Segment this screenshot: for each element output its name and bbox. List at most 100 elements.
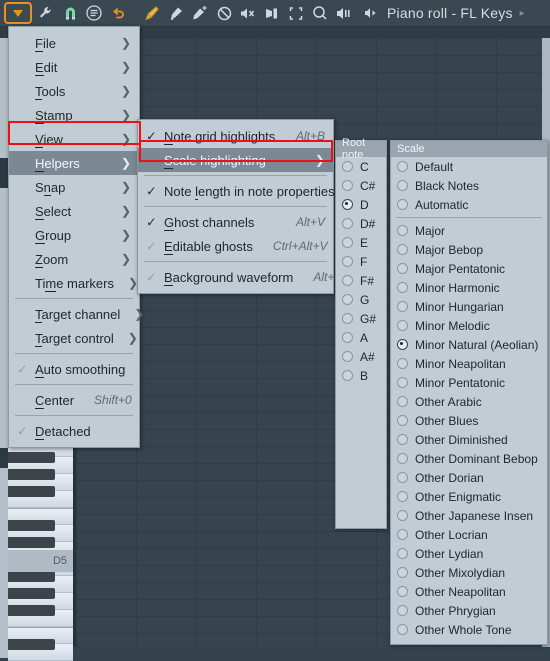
helpers-item-ghost-channels[interactable]: ✓ Ghost channels Alt+V xyxy=(138,210,333,234)
piano-roll-toolbar[interactable]: Piano roll - FL Keys ▸ xyxy=(0,0,550,27)
radio-icon[interactable] xyxy=(397,472,408,483)
helpers-item-scale-highlighting[interactable]: Scale highlighting ❯ xyxy=(138,148,333,172)
radio-icon[interactable] xyxy=(397,263,408,274)
radio-icon[interactable] xyxy=(397,301,408,312)
radio-icon[interactable] xyxy=(397,415,408,426)
scale-minor-pentatonic[interactable]: Minor Pentatonic xyxy=(391,373,547,392)
root-note-f[interactable]: F# xyxy=(336,271,386,290)
radio-icon[interactable] xyxy=(342,370,353,381)
radio-icon[interactable] xyxy=(397,180,408,191)
menu-item-auto-smoothing[interactable]: ✓ Auto smoothing xyxy=(9,357,139,381)
radio-icon[interactable] xyxy=(397,225,408,236)
root-note-f[interactable]: F xyxy=(336,252,386,271)
scale-automatic[interactable]: Automatic xyxy=(391,195,547,214)
dropdown-arrow-icon[interactable] xyxy=(4,2,32,24)
scale-other-dominant-bebop[interactable]: Other Dominant Bebop xyxy=(391,449,547,468)
scale-panel[interactable]: Scale Default Black Notes Automatic Major Ma… xyxy=(390,140,548,645)
radio-icon[interactable] xyxy=(397,396,408,407)
scale-other-blues[interactable]: Other Blues xyxy=(391,411,547,430)
menu-item-tools[interactable]: Tools ❯ xyxy=(9,79,139,103)
radio-icon[interactable] xyxy=(342,294,353,305)
menu-item-zoom[interactable]: Zoom ❯ xyxy=(9,247,139,271)
scale-minor-hungarian[interactable]: Minor Hungarian xyxy=(391,297,547,316)
scale-minor-melodic[interactable]: Minor Melodic xyxy=(391,316,547,335)
scale-minor-neapolitan[interactable]: Minor Neapolitan xyxy=(391,354,547,373)
menu-item-file[interactable]: File ❯ xyxy=(9,31,139,55)
root-note-b[interactable]: B xyxy=(336,366,386,385)
wrench-icon[interactable] xyxy=(35,2,57,24)
radio-icon[interactable] xyxy=(342,218,353,229)
piano-black-key[interactable] xyxy=(8,536,55,548)
scale-other-diminished[interactable]: Other Diminished xyxy=(391,430,547,449)
scale-major-bebop[interactable]: Major Bebop xyxy=(391,240,547,259)
scale-minor-harmonic[interactable]: Minor Harmonic xyxy=(391,278,547,297)
helpers-item-editable-ghosts[interactable]: ✓ Editable ghosts Ctrl+Alt+V xyxy=(138,234,333,258)
menu-item-target-control[interactable]: Target control ❯ xyxy=(9,326,139,350)
radio-icon[interactable] xyxy=(342,256,353,267)
helpers-submenu[interactable]: ✓ Note grid highlights Alt+B Scale highligh… xyxy=(137,119,343,294)
radio-icon[interactable] xyxy=(397,510,408,521)
radio-icon[interactable] xyxy=(397,453,408,464)
paint-icon[interactable] xyxy=(165,2,187,24)
menu-item-detached[interactable]: ✓ Detached xyxy=(9,419,139,443)
piano-black-key[interactable] xyxy=(8,519,55,531)
radio-icon[interactable] xyxy=(397,605,408,616)
slip-icon[interactable] xyxy=(261,2,283,24)
zoom-icon[interactable] xyxy=(309,2,331,24)
scroll-segment[interactable] xyxy=(0,38,8,158)
piano-black-key[interactable] xyxy=(8,570,55,582)
radio-icon[interactable] xyxy=(397,320,408,331)
radio-icon[interactable] xyxy=(342,332,353,343)
scale-black-notes[interactable]: Black Notes xyxy=(391,176,547,195)
undo-icon[interactable] xyxy=(107,2,129,24)
radio-icon[interactable] xyxy=(397,586,408,597)
scale-other-mixolydian[interactable]: Other Mixolydian xyxy=(391,563,547,582)
root-note-list[interactable]: C C# D D# E F F# G G# A A# B xyxy=(336,157,386,385)
title-chevron-icon[interactable]: ▸ xyxy=(520,8,525,19)
pencil-icon[interactable] xyxy=(141,2,163,24)
piano-black-key[interactable] xyxy=(8,587,55,599)
scale-other-dorian[interactable]: Other Dorian xyxy=(391,468,547,487)
radio-icon[interactable] xyxy=(342,180,353,191)
radio-icon[interactable] xyxy=(342,351,353,362)
paint-add-icon[interactable] xyxy=(189,2,211,24)
menu-item-stamp[interactable]: Stamp ❯ xyxy=(9,103,139,127)
scale-list[interactable]: Default Black Notes Automatic Major Major Be… xyxy=(391,157,547,639)
radio-icon[interactable] xyxy=(342,161,353,172)
radio-icon[interactable] xyxy=(397,377,408,388)
helpers-item-note-grid-highlights[interactable]: ✓ Note grid highlights Alt+B xyxy=(138,124,333,148)
scale-other-locrian[interactable]: Other Locrian xyxy=(391,525,547,544)
radio-icon[interactable] xyxy=(397,624,408,635)
main-context-menu[interactable]: File ❯ Edit ❯ Tools ❯ Stamp ❯ View ❯ Helpers ❯ Snap ❯… xyxy=(8,26,144,448)
magnet-icon[interactable] xyxy=(59,2,81,24)
radio-icon[interactable] xyxy=(397,199,408,210)
menu-item-view[interactable]: View ❯ xyxy=(9,127,139,151)
menu-item-center[interactable]: Center Shift+0 xyxy=(9,388,139,412)
root-note-panel[interactable]: Root note C C# D D# E F F# G G# A A# B xyxy=(335,137,387,529)
playback-icon[interactable] xyxy=(333,2,355,24)
root-note-c[interactable]: C# xyxy=(336,176,386,195)
root-note-d[interactable]: D# xyxy=(336,214,386,233)
radio-icon[interactable] xyxy=(397,567,408,578)
radio-icon[interactable] xyxy=(342,199,353,210)
menu-item-time-markers[interactable]: Time markers ❯ xyxy=(9,271,139,295)
radio-icon[interactable] xyxy=(397,358,408,369)
delete-slash-icon[interactable] xyxy=(213,2,235,24)
piano-black-key[interactable] xyxy=(8,485,55,497)
scale-other-enigmatic[interactable]: Other Enigmatic xyxy=(391,487,547,506)
scale-other-whole-tone[interactable]: Other Whole Tone xyxy=(391,620,547,639)
scale-other-arabic[interactable]: Other Arabic xyxy=(391,392,547,411)
radio-icon[interactable] xyxy=(397,548,408,559)
root-note-a[interactable]: A xyxy=(336,328,386,347)
piano-roll-title-area[interactable]: Piano roll - FL Keys ▸ xyxy=(362,2,525,24)
left-scroll-strip[interactable] xyxy=(0,38,8,658)
menu-item-helpers[interactable]: Helpers ❯ xyxy=(9,151,139,175)
piano-black-key[interactable] xyxy=(8,604,55,616)
radio-icon[interactable] xyxy=(342,237,353,248)
radio-icon[interactable] xyxy=(397,339,408,350)
menu-item-target-channel[interactable]: Target channel ❯ xyxy=(9,302,144,326)
radio-icon[interactable] xyxy=(397,434,408,445)
radio-icon[interactable] xyxy=(397,491,408,502)
menu-item-group[interactable]: Group ❯ xyxy=(9,223,139,247)
scale-other-phrygian[interactable]: Other Phrygian xyxy=(391,601,547,620)
